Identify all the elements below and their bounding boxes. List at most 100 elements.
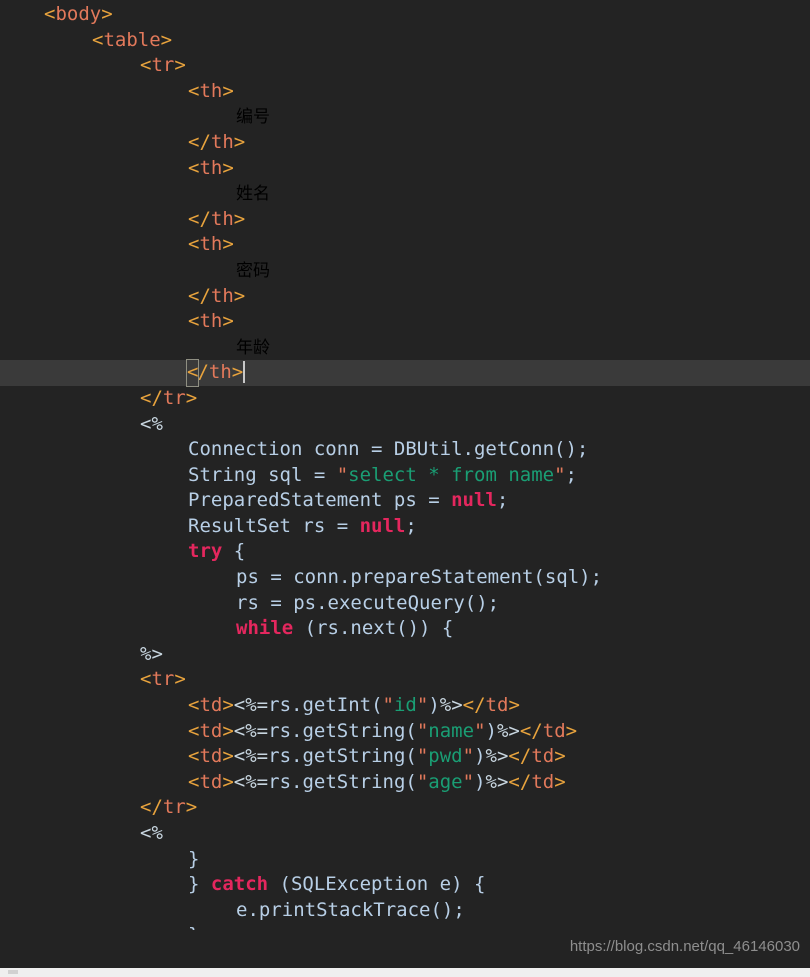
code-token-tag: th bbox=[210, 284, 234, 307]
code-line[interactable]: ps = conn.prepareStatement(sql); bbox=[0, 565, 810, 591]
code-line[interactable]: </th> bbox=[0, 284, 810, 310]
code-token-tag: th bbox=[210, 207, 234, 230]
code-line[interactable]: <% bbox=[0, 821, 810, 847]
code-line[interactable]: <td><%=rs.getString("pwd")%></td> bbox=[0, 744, 810, 770]
code-token-tag: td bbox=[199, 745, 223, 768]
code-token-ang: </ bbox=[188, 207, 211, 230]
code-token-cjk: 密码 bbox=[236, 260, 270, 281]
code-token-ang: > bbox=[185, 386, 198, 409]
code-token-ang: </ bbox=[140, 386, 163, 409]
watermark-bar: https://blog.csdn.net/qq_46146030 bbox=[0, 930, 810, 968]
code-token-scr: <%= bbox=[233, 719, 269, 742]
code-line[interactable]: <body> bbox=[0, 2, 810, 28]
code-token-tag: table bbox=[103, 28, 161, 51]
code-token-ang: > bbox=[222, 745, 234, 768]
code-line[interactable]: <th> bbox=[0, 232, 810, 258]
code-token-tag: tr bbox=[151, 54, 175, 77]
code-line[interactable]: </tr> bbox=[0, 386, 810, 412]
code-text-surface[interactable]: <body> <table> <tr> <th> 编号 </th> <th> 姓名 </th> <… bbox=[0, 0, 810, 968]
code-line[interactable]: <tr> bbox=[0, 53, 810, 79]
code-line[interactable]: 年龄 bbox=[0, 335, 810, 361]
code-token-tag: th bbox=[210, 130, 234, 153]
code-token-ang: < bbox=[140, 54, 152, 77]
code-line[interactable]: while (rs.next()) { bbox=[0, 616, 810, 642]
code-line[interactable]: } catch (SQLException e) { bbox=[0, 872, 810, 898]
code-line[interactable]: <th> bbox=[0, 309, 810, 335]
code-token-ang: < bbox=[188, 233, 200, 256]
code-line[interactable]: 姓名 bbox=[0, 181, 810, 207]
code-token-ang: > bbox=[233, 130, 246, 153]
code-token-ang: > bbox=[222, 156, 234, 179]
code-token-tag: td bbox=[485, 694, 509, 717]
text-caret bbox=[243, 361, 246, 384]
code-editor[interactable]: <body> <table> <tr> <th> 编号 </th> <th> 姓名 </th> <… bbox=[0, 0, 810, 968]
code-token-typ: rs.getString( bbox=[268, 745, 417, 768]
code-token-tag: th bbox=[199, 79, 223, 102]
code-token-typ: } bbox=[188, 847, 200, 870]
code-line[interactable]: <td><%=rs.getString("age")%></td> bbox=[0, 770, 810, 796]
code-line[interactable]: try { bbox=[0, 539, 810, 565]
code-token-ang: > bbox=[174, 54, 186, 77]
code-token-tag: th bbox=[199, 156, 223, 179]
code-line[interactable]: <td><%=rs.getString("name")%></td> bbox=[0, 719, 810, 745]
code-line[interactable]: e.printStackTrace(); bbox=[0, 898, 810, 924]
code-token-tag: th bbox=[199, 233, 223, 256]
code-line[interactable]: 编号 bbox=[0, 104, 810, 130]
code-token-str: id bbox=[393, 694, 417, 717]
code-token-typ: ) bbox=[428, 694, 440, 717]
code-line[interactable]: <% bbox=[0, 412, 810, 438]
code-token-ang: > bbox=[565, 719, 578, 742]
code-token-tag: th bbox=[199, 310, 223, 333]
code-token-ang: </ bbox=[462, 694, 486, 717]
code-line[interactable]: </th> bbox=[0, 207, 810, 233]
code-line[interactable]: String sql = "select * from name"; bbox=[0, 463, 810, 489]
code-token-typ: Connection conn = DBUtil.getConn(); bbox=[188, 438, 589, 461]
code-line[interactable]: Connection conn = DBUtil.getConn(); bbox=[0, 437, 810, 463]
code-token-typ: rs = ps.executeQuery(); bbox=[236, 591, 500, 614]
code-line[interactable]: } bbox=[0, 847, 810, 873]
code-line[interactable]: </th> bbox=[0, 130, 810, 156]
bracket-match-highlight: < bbox=[185, 359, 200, 387]
code-token-ang: < bbox=[187, 361, 199, 384]
code-token-tag: td bbox=[531, 745, 555, 768]
code-token-ang: </ bbox=[508, 745, 532, 768]
code-token-quo: " bbox=[382, 694, 394, 717]
code-token-tag: tr bbox=[162, 386, 186, 409]
code-line[interactable]: </tr> bbox=[0, 795, 810, 821]
code-token-ang: > bbox=[222, 79, 234, 102]
code-line[interactable]: <table> bbox=[0, 28, 810, 54]
code-line[interactable]: <th> bbox=[0, 79, 810, 105]
code-line[interactable]: PreparedStatement ps = null; bbox=[0, 488, 810, 514]
code-token-scr: %> bbox=[140, 642, 163, 665]
code-token-scr: %> bbox=[485, 770, 509, 793]
code-line[interactable]: 密码 bbox=[0, 258, 810, 284]
code-token-tag: td bbox=[199, 694, 223, 717]
code-line[interactable]: ResultSet rs = null; bbox=[0, 514, 810, 540]
code-line-current[interactable]: </th> bbox=[0, 359, 810, 387]
code-token-ang: < bbox=[188, 79, 200, 102]
code-token-ang: > bbox=[554, 745, 566, 768]
code-line[interactable]: rs = ps.executeQuery(); bbox=[0, 591, 810, 617]
code-token-typ: e.printStackTrace(); bbox=[236, 898, 465, 921]
code-token-ang: > bbox=[508, 694, 520, 717]
code-line[interactable]: <tr> bbox=[0, 667, 810, 693]
code-token-ang: > bbox=[222, 233, 234, 256]
code-token-ang: > bbox=[222, 694, 234, 717]
code-token-tag: body bbox=[55, 3, 102, 25]
code-token-typ: PreparedStatement ps = bbox=[188, 489, 452, 512]
code-token-typ: } bbox=[188, 873, 211, 896]
code-token-typ: (SQLException e) { bbox=[268, 873, 486, 896]
code-line[interactable]: %> bbox=[0, 642, 810, 668]
code-token-quo: " bbox=[416, 745, 429, 768]
code-token-ang: </ bbox=[519, 719, 543, 742]
code-line[interactable]: <th> bbox=[0, 156, 810, 182]
code-token-typ: rs.getString( bbox=[268, 770, 417, 793]
code-token-typ: ; bbox=[405, 514, 417, 537]
code-line[interactable]: <td><%=rs.getInt("id")%></td> bbox=[0, 693, 810, 719]
code-token-typ: ; bbox=[565, 463, 577, 486]
code-token-str: name bbox=[428, 719, 475, 742]
code-token-ang: > bbox=[174, 668, 186, 691]
watermark-url: https://blog.csdn.net/qq_46146030 bbox=[569, 938, 800, 955]
code-token-ang: / bbox=[197, 361, 209, 384]
code-token-quo: " bbox=[474, 719, 486, 742]
